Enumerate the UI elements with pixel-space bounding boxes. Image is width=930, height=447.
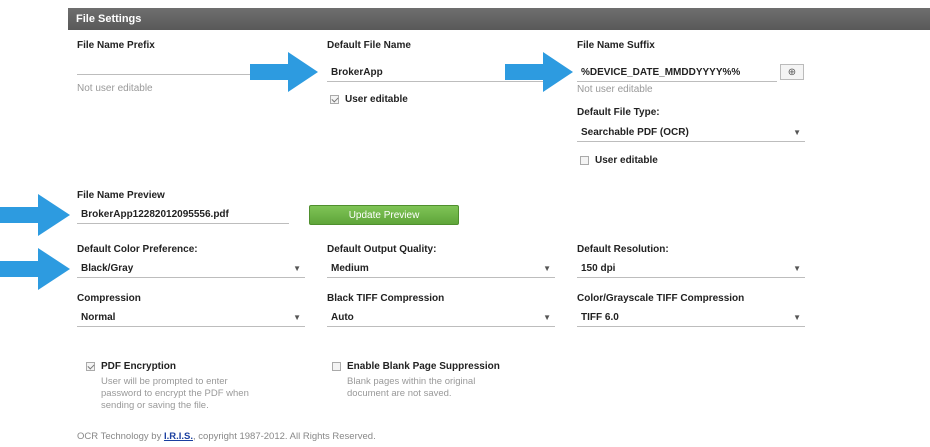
suffix-note: Not user editable xyxy=(577,84,653,95)
file-type-editable-label: User editable xyxy=(595,155,658,166)
arrow-right-icon xyxy=(0,248,70,290)
blank-page-desc: Blank pages within the original document… xyxy=(347,376,475,400)
footer-prefix: OCR Technology by xyxy=(77,431,162,442)
resolution-select[interactable]: 150 dpi ▼ xyxy=(577,259,805,278)
desc-line: User will be prompted to enter xyxy=(101,376,228,387)
compression-value: Normal xyxy=(81,312,116,323)
color-tiff-label: Color/Grayscale TIFF Compression xyxy=(577,293,745,304)
chevron-down-icon: ▼ xyxy=(293,313,301,322)
color-tiff-value: TIFF 6.0 xyxy=(581,312,619,323)
footer-text: OCR Technology by I.R.I.S., copyright 19… xyxy=(77,431,376,442)
section-header: File Settings xyxy=(68,8,930,30)
color-pref-label: Default Color Preference: xyxy=(77,244,198,255)
arrow-right-icon xyxy=(505,52,573,92)
color-pref-value: Black/Gray xyxy=(81,263,134,274)
suffix-label: File Name Suffix xyxy=(577,40,655,51)
default-name-label: Default File Name xyxy=(327,40,411,51)
black-tiff-value: Auto xyxy=(331,312,354,323)
file-type-label: Default File Type: xyxy=(577,107,660,118)
suffix-input[interactable]: %DEVICE_DATE_MMDDYYYY%% xyxy=(577,63,777,82)
checkbox-icon xyxy=(86,361,95,371)
output-quality-value: Medium xyxy=(331,263,369,274)
arrow-right-icon xyxy=(250,52,318,92)
preview-field: BrokerApp12282012095556.pdf xyxy=(77,205,289,224)
output-quality-label: Default Output Quality: xyxy=(327,244,437,255)
file-type-value: Searchable PDF (OCR) xyxy=(581,127,689,138)
chevron-down-icon: ▼ xyxy=(293,264,301,273)
update-preview-button[interactable]: Update Preview xyxy=(309,205,459,225)
footer-comma: , xyxy=(193,431,196,442)
prefix-label: File Name Prefix xyxy=(77,40,155,51)
pdf-encryption-label: PDF Encryption xyxy=(101,361,177,372)
chevron-down-icon: ▼ xyxy=(543,264,551,273)
chevron-down-icon: ▼ xyxy=(793,128,801,137)
desc-line: Blank pages within the original xyxy=(347,376,476,387)
chevron-down-icon: ▼ xyxy=(543,313,551,322)
arrow-right-icon xyxy=(0,194,70,236)
desc-line: document are not saved. xyxy=(347,388,452,399)
footer-suffix: copyright 1987-2012. All Rights Reserved… xyxy=(198,431,376,442)
section-title: File Settings xyxy=(76,13,142,25)
checkbox-icon xyxy=(332,361,341,371)
pdf-encryption-desc: User will be prompted to enter password … xyxy=(101,376,249,412)
chevron-down-icon: ▼ xyxy=(793,313,801,322)
compression-select[interactable]: Normal ▼ xyxy=(77,308,305,327)
output-quality-select[interactable]: Medium ▼ xyxy=(327,259,555,278)
black-tiff-label: Black TIFF Compression xyxy=(327,293,445,304)
iris-link[interactable]: I.R.I.S. xyxy=(164,431,193,442)
preview-label: File Name Preview xyxy=(77,190,165,201)
file-type-editable-checkbox[interactable]: User editable xyxy=(580,155,658,166)
default-name-editable-label: User editable xyxy=(345,94,408,105)
file-type-select[interactable]: Searchable PDF (OCR) ▼ xyxy=(577,123,805,142)
checkbox-icon xyxy=(330,94,339,104)
prefix-note: Not user editable xyxy=(77,83,153,94)
add-token-button[interactable]: ⊕ xyxy=(780,64,804,80)
blank-page-label: Enable Blank Page Suppression xyxy=(347,361,500,372)
pdf-encryption-checkbox[interactable]: PDF Encryption xyxy=(86,361,176,372)
resolution-label: Default Resolution: xyxy=(577,244,669,255)
default-name-editable-checkbox[interactable]: User editable xyxy=(330,94,408,105)
compression-label: Compression xyxy=(77,293,141,304)
black-tiff-select[interactable]: Auto ▼ xyxy=(327,308,555,327)
color-pref-select[interactable]: Black/Gray ▼ xyxy=(77,259,305,278)
desc-line: password to encrypt the PDF when xyxy=(101,388,249,399)
checkbox-icon xyxy=(580,155,589,165)
resolution-value: 150 dpi xyxy=(581,263,616,274)
blank-page-checkbox[interactable]: Enable Blank Page Suppression xyxy=(332,361,500,372)
chevron-down-icon: ▼ xyxy=(793,264,801,273)
color-tiff-select[interactable]: TIFF 6.0 ▼ xyxy=(577,308,805,327)
desc-line: sending or saving the file. xyxy=(101,400,209,411)
